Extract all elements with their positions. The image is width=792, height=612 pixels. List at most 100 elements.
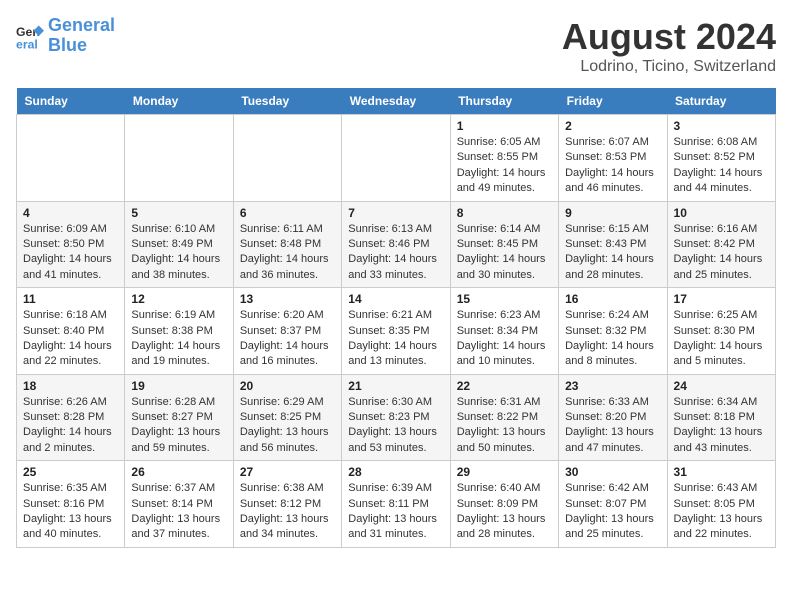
calendar-cell: 9Sunrise: 6:15 AMSunset: 8:43 PMDaylight… [559, 201, 667, 288]
calendar-cell: 11 Sunrise: 6:18 AMSunset: 8:40 PMDayligh… [17, 288, 125, 375]
weekday-header-saturday: Saturday [667, 88, 775, 115]
day-number: 29 [457, 465, 552, 479]
day-number: 23 [565, 379, 660, 393]
day-number: 6 [240, 206, 335, 220]
calendar-cell: 28Sunrise: 6:39 AMSunset: 8:11 PMDayligh… [342, 461, 450, 548]
calendar-cell: 22 Sunrise: 6:31 AMSunset: 8:22 PMDayligh… [450, 374, 558, 461]
logo: Gen eral GeneralBlue [16, 16, 115, 56]
day-number: 24 [674, 379, 769, 393]
day-info: Sunrise: 6:23 AMSunset: 8:34 PMDaylight:… [457, 308, 552, 370]
day-number: 17 [674, 292, 769, 306]
title-block: August 2024 Lodrino, Ticino, Switzerland [562, 16, 776, 76]
calendar-cell: 8 Sunrise: 6:14 AMSunset: 8:45 PMDaylight… [450, 201, 558, 288]
day-info: Sunrise: 6:11 AMSunset: 8:48 PMDaylight:… [240, 222, 335, 284]
week-row-5: 25 Sunrise: 6:35 AMSunset: 8:16 PMDayligh… [17, 461, 776, 548]
day-number: 8 [457, 206, 552, 220]
weekday-header-thursday: Thursday [450, 88, 558, 115]
day-info: Sunrise: 6:28 AMSunset: 8:27 PMDaylight:… [131, 395, 226, 457]
calendar-cell: 17Sunrise: 6:25 AMSunset: 8:30 PMDayligh… [667, 288, 775, 375]
day-info: Sunrise: 6:38 AMSunset: 8:12 PMDaylight:… [240, 481, 335, 543]
day-info: Sunrise: 6:13 AMSunset: 8:46 PMDaylight:… [348, 222, 443, 284]
calendar-cell [125, 115, 233, 202]
day-info: Sunrise: 6:29 AMSunset: 8:25 PMDaylight:… [240, 395, 335, 457]
day-number: 10 [674, 206, 769, 220]
calendar-cell: 30 Sunrise: 6:42 AMSunset: 8:07 PMDayligh… [559, 461, 667, 548]
day-info: Sunrise: 6:30 AMSunset: 8:23 PMDaylight:… [348, 395, 443, 457]
calendar-cell: 12 Sunrise: 6:19 AMSunset: 8:38 PMDayligh… [125, 288, 233, 375]
day-number: 25 [23, 465, 118, 479]
day-number: 20 [240, 379, 335, 393]
day-number: 12 [131, 292, 226, 306]
calendar-cell [17, 115, 125, 202]
week-row-4: 18 Sunrise: 6:26 AMSunset: 8:28 PMDayligh… [17, 374, 776, 461]
calendar-cell: 24 Sunrise: 6:34 AMSunset: 8:18 PMDayligh… [667, 374, 775, 461]
weekday-header-tuesday: Tuesday [233, 88, 341, 115]
weekday-header-row: SundayMondayTuesdayWednesdayThursdayFrid… [17, 88, 776, 115]
calendar-cell: 1 Sunrise: 6:05 AMSunset: 8:55 PMDaylight… [450, 115, 558, 202]
calendar-cell: 2 Sunrise: 6:07 AMSunset: 8:53 PMDaylight… [559, 115, 667, 202]
day-number: 1 [457, 119, 552, 133]
day-number: 22 [457, 379, 552, 393]
day-info: Sunrise: 6:08 AMSunset: 8:52 PMDaylight:… [674, 135, 769, 197]
day-info: Sunrise: 6:05 AMSunset: 8:55 PMDaylight:… [457, 135, 552, 197]
calendar-cell: 31 Sunrise: 6:43 AMSunset: 8:05 PMDayligh… [667, 461, 775, 548]
day-info: Sunrise: 6:42 AMSunset: 8:07 PMDaylight:… [565, 481, 660, 543]
day-number: 5 [131, 206, 226, 220]
calendar-cell: 16Sunrise: 6:24 AMSunset: 8:32 PMDayligh… [559, 288, 667, 375]
day-info: Sunrise: 6:16 AMSunset: 8:42 PMDaylight:… [674, 222, 769, 284]
day-number: 26 [131, 465, 226, 479]
calendar-table: SundayMondayTuesdayWednesdayThursdayFrid… [16, 88, 776, 548]
calendar-cell: 15 Sunrise: 6:23 AMSunset: 8:34 PMDayligh… [450, 288, 558, 375]
month-year: August 2024 [562, 16, 776, 58]
day-number: 7 [348, 206, 443, 220]
day-info: Sunrise: 6:19 AMSunset: 8:38 PMDaylight:… [131, 308, 226, 370]
day-number: 30 [565, 465, 660, 479]
svg-text:eral: eral [16, 37, 38, 50]
day-info: Sunrise: 6:31 AMSunset: 8:22 PMDaylight:… [457, 395, 552, 457]
day-number: 14 [348, 292, 443, 306]
calendar-cell: 20 Sunrise: 6:29 AMSunset: 8:25 PMDayligh… [233, 374, 341, 461]
day-info: Sunrise: 6:35 AMSunset: 8:16 PMDaylight:… [23, 481, 118, 543]
calendar-cell: 29Sunrise: 6:40 AMSunset: 8:09 PMDayligh… [450, 461, 558, 548]
weekday-header-wednesday: Wednesday [342, 88, 450, 115]
day-info: Sunrise: 6:14 AMSunset: 8:45 PMDaylight:… [457, 222, 552, 284]
calendar-cell: 18 Sunrise: 6:26 AMSunset: 8:28 PMDayligh… [17, 374, 125, 461]
day-number: 3 [674, 119, 769, 133]
page-header: Gen eral GeneralBlue August 2024 Lodrino… [16, 16, 776, 76]
day-info: Sunrise: 6:10 AMSunset: 8:49 PMDaylight:… [131, 222, 226, 284]
week-row-3: 11 Sunrise: 6:18 AMSunset: 8:40 PMDayligh… [17, 288, 776, 375]
day-number: 27 [240, 465, 335, 479]
day-number: 18 [23, 379, 118, 393]
calendar-cell [233, 115, 341, 202]
calendar-cell: 5 Sunrise: 6:10 AMSunset: 8:49 PMDaylight… [125, 201, 233, 288]
day-number: 11 [23, 292, 118, 306]
calendar-cell [342, 115, 450, 202]
location: Lodrino, Ticino, Switzerland [562, 58, 776, 76]
day-number: 15 [457, 292, 552, 306]
calendar-cell: 27 Sunrise: 6:38 AMSunset: 8:12 PMDayligh… [233, 461, 341, 548]
calendar-cell: 3 Sunrise: 6:08 AMSunset: 8:52 PMDaylight… [667, 115, 775, 202]
day-info: Sunrise: 6:43 AMSunset: 8:05 PMDaylight:… [674, 481, 769, 543]
weekday-header-monday: Monday [125, 88, 233, 115]
weekday-header-friday: Friday [559, 88, 667, 115]
day-number: 13 [240, 292, 335, 306]
day-info: Sunrise: 6:15 AMSunset: 8:43 PMDaylight:… [565, 222, 660, 284]
calendar-cell: 4Sunrise: 6:09 AMSunset: 8:50 PMDaylight… [17, 201, 125, 288]
calendar-cell: 19 Sunrise: 6:28 AMSunset: 8:27 PMDayligh… [125, 374, 233, 461]
calendar-cell: 10 Sunrise: 6:16 AMSunset: 8:42 PMDayligh… [667, 201, 775, 288]
day-number: 19 [131, 379, 226, 393]
logo-icon: Gen eral [16, 22, 44, 50]
day-info: Sunrise: 6:18 AMSunset: 8:40 PMDaylight:… [23, 308, 118, 370]
day-number: 31 [674, 465, 769, 479]
day-number: 2 [565, 119, 660, 133]
weekday-header-sunday: Sunday [17, 88, 125, 115]
day-info: Sunrise: 6:34 AMSunset: 8:18 PMDaylight:… [674, 395, 769, 457]
day-info: Sunrise: 6:37 AMSunset: 8:14 PMDaylight:… [131, 481, 226, 543]
day-info: Sunrise: 6:07 AMSunset: 8:53 PMDaylight:… [565, 135, 660, 197]
day-info: Sunrise: 6:26 AMSunset: 8:28 PMDaylight:… [23, 395, 118, 457]
calendar-cell: 6 Sunrise: 6:11 AMSunset: 8:48 PMDaylight… [233, 201, 341, 288]
calendar-cell: 13Sunrise: 6:20 AMSunset: 8:37 PMDayligh… [233, 288, 341, 375]
calendar-cell: 21Sunrise: 6:30 AMSunset: 8:23 PMDayligh… [342, 374, 450, 461]
week-row-2: 4Sunrise: 6:09 AMSunset: 8:50 PMDaylight… [17, 201, 776, 288]
logo-text: GeneralBlue [48, 16, 115, 56]
